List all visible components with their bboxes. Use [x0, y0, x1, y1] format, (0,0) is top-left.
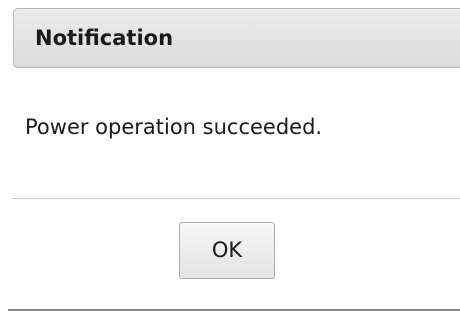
dialog-divider: [12, 198, 460, 199]
dialog-bottom-border: [8, 309, 460, 311]
dialog-message: Power operation succeeded.: [25, 115, 323, 139]
notification-dialog: Notification Power operation succeeded. …: [0, 0, 460, 314]
dialog-title-bar: Notification: [13, 8, 460, 68]
ok-button[interactable]: OK: [179, 222, 275, 279]
dialog-title: Notification: [35, 26, 174, 50]
